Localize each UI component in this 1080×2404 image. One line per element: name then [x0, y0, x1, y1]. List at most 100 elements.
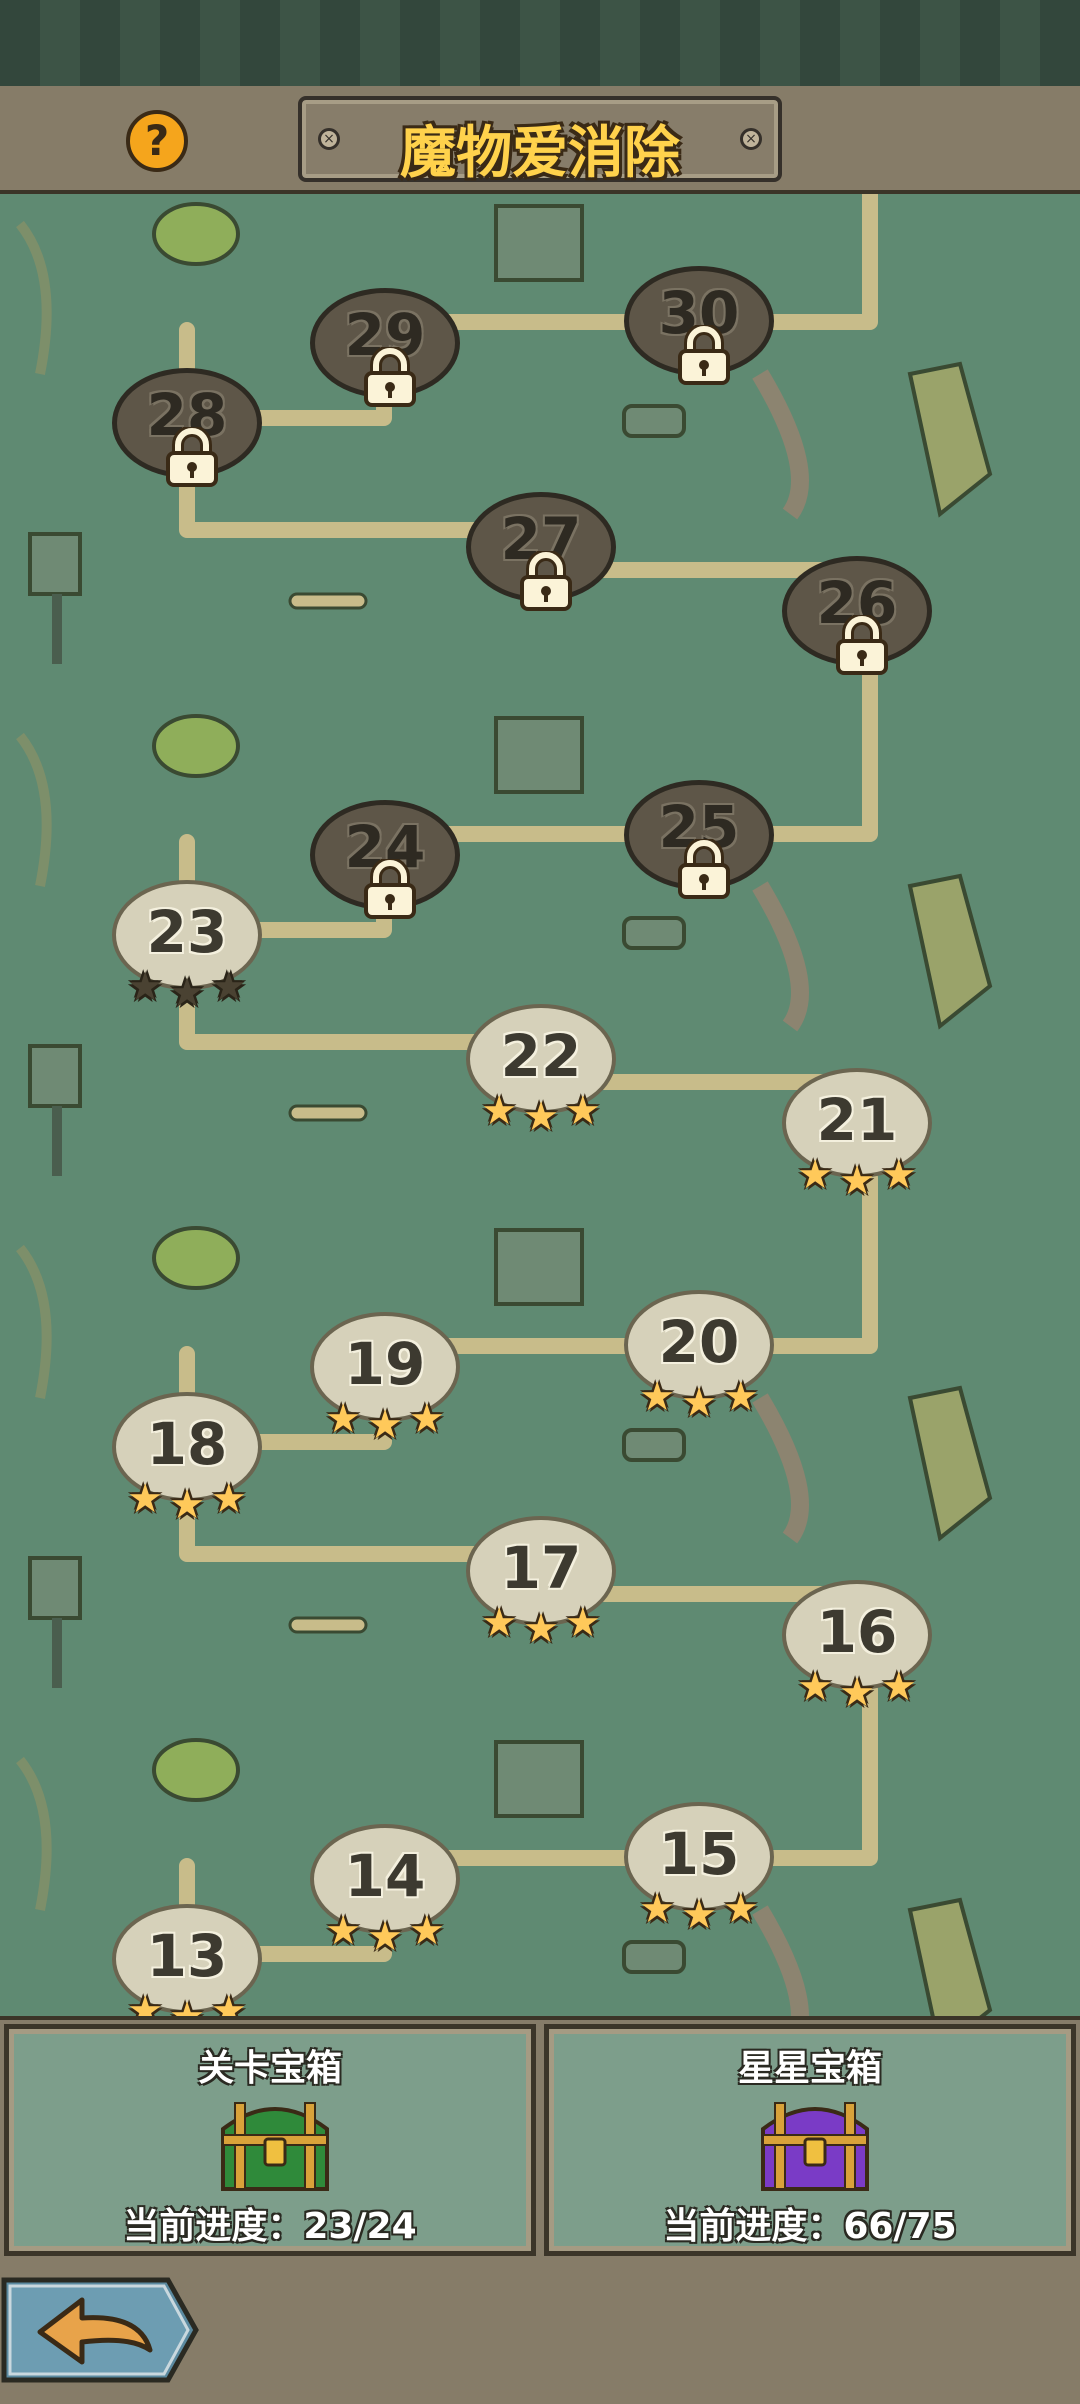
star-icon: ★ — [481, 1088, 518, 1134]
page-title: 魔物爱消除 — [400, 121, 680, 186]
star-rating: ★★★ — [114, 1476, 260, 1528]
bone-decoration — [288, 592, 368, 610]
tentacle-decoration — [752, 881, 809, 1032]
star-icon: ★ — [210, 1988, 247, 2016]
level-chest-panel[interactable]: 关卡宝箱 当前进度：23/24 — [4, 2024, 536, 2256]
lock-icon — [364, 347, 416, 407]
star-rating: ★★★ — [784, 1664, 930, 1716]
level-node-13[interactable]: 13★★★ — [112, 1904, 262, 2016]
stool-decoration — [622, 916, 686, 950]
star-rating: ★★★ — [312, 1908, 458, 1960]
level-number: 17 — [500, 1534, 582, 1602]
top-decor-strip — [0, 0, 1080, 90]
lock-icon — [166, 427, 218, 487]
star-chest-panel[interactable]: 星星宝箱 当前进度：66/75 — [544, 2024, 1076, 2256]
tree-trunk-decoration — [52, 1106, 62, 1176]
treasure-chest-icon — [221, 2102, 329, 2191]
bush-decoration — [152, 714, 240, 778]
level-node-18[interactable]: 18 ★ ★ ★ — [112, 1392, 262, 1528]
bone-decoration — [288, 1616, 368, 1634]
treasure-chest-icon — [761, 2102, 869, 2191]
star-chest-progress: 当前进度：66/75 — [663, 2206, 957, 2247]
house-decoration — [494, 204, 584, 282]
lock-icon — [836, 615, 888, 675]
level-map[interactable]: 28 29 30 27 26 24 25 23 ★ ★ ★ 22 ★ ★ ★ 21 ★ ★ ★ 1… — [0, 194, 1080, 2016]
star-icon: ★ — [681, 1892, 717, 1938]
star-icon: ★ — [880, 1664, 917, 1710]
tentacle-decoration — [752, 369, 809, 520]
star-icon: ★ — [722, 1886, 759, 1932]
level-node-16[interactable]: 16 ★ ★ ★ — [782, 1580, 932, 1716]
level-chest-title: 关卡宝箱 — [197, 2048, 342, 2089]
star-rating: ★★★ — [784, 1152, 930, 1204]
star-icon: ★ — [367, 1914, 403, 1960]
star-rating: ★★★ — [312, 1396, 458, 1448]
level-node-23[interactable]: 23 ★ ★ ★ — [112, 880, 262, 1016]
star-icon: ★ — [839, 1158, 875, 1204]
level-number: 21 — [816, 1086, 898, 1154]
level-number: 18 — [146, 1410, 228, 1478]
level-node-25[interactable]: 25 — [624, 780, 774, 899]
level-node-20[interactable]: 20 ★ ★ ★ — [624, 1290, 774, 1426]
branch-decoration — [16, 220, 52, 375]
lock-icon — [520, 551, 572, 611]
star-icon: ★ — [564, 1088, 601, 1134]
branch-decoration — [16, 1244, 52, 1399]
star-rating: ★★★ — [626, 1886, 772, 1938]
level-node-22[interactable]: 22 ★ ★ ★ — [466, 1004, 616, 1140]
crystal-decoration — [907, 361, 993, 518]
star-icon: ★ — [797, 1152, 834, 1198]
level-number: 22 — [500, 1022, 582, 1090]
stool-decoration — [622, 404, 686, 438]
bush-decoration — [152, 1226, 240, 1290]
level-node-26[interactable]: 26 — [782, 556, 932, 675]
level-node-27[interactable]: 27 — [466, 492, 616, 611]
star-rating: ★★★ — [468, 1088, 614, 1140]
level-node-29[interactable]: 29 — [310, 288, 460, 407]
star-icon: ★ — [367, 1402, 403, 1448]
crystal-decoration — [907, 873, 993, 1030]
star-icon: ★ — [639, 1886, 676, 1932]
back-button[interactable] — [0, 2276, 200, 2384]
help-button[interactable]: ? — [126, 110, 188, 172]
level-number: 23 — [146, 898, 228, 966]
star-chest-title: 星星宝箱 — [737, 2048, 882, 2089]
stool-decoration — [622, 1428, 686, 1462]
level-node-30[interactable]: 30 — [624, 266, 774, 385]
star-icon: ★ — [523, 1606, 559, 1652]
star-rating: ★★★ — [626, 1374, 772, 1426]
star-rating: ★★★ — [114, 964, 260, 1016]
crystal-decoration — [907, 1385, 993, 1542]
level-number: 19 — [344, 1330, 426, 1398]
level-node-17[interactable]: 17 ★ ★ ★ — [466, 1516, 616, 1652]
house-decoration — [494, 1740, 584, 1818]
star-rating: ★★★ — [114, 1988, 260, 2016]
star-icon: ★ — [325, 1908, 362, 1954]
star-icon: ★ — [210, 964, 247, 1010]
star-icon: ★ — [639, 1374, 676, 1420]
crystal-decoration — [907, 1897, 993, 2016]
house-decoration — [494, 716, 584, 794]
level-node-14[interactable]: 14 ★ ★ ★ — [310, 1824, 460, 1960]
star-icon: ★ — [797, 1664, 834, 1710]
star-icon: ★ — [839, 1670, 875, 1716]
star-rating: ★★★ — [468, 1600, 614, 1652]
level-number: 16 — [816, 1598, 898, 1666]
star-icon: ★ — [127, 964, 164, 1010]
tree-decoration — [28, 1556, 82, 1620]
star-icon: ★ — [210, 1476, 247, 1522]
level-node-24[interactable]: 24 — [310, 800, 460, 919]
star-icon: ★ — [169, 1482, 205, 1528]
star-icon: ★ — [169, 1994, 205, 2016]
level-node-21[interactable]: 21 ★ ★ ★ — [782, 1068, 932, 1204]
level-node-15[interactable]: 15 ★ ★ ★ — [624, 1802, 774, 1938]
tree-trunk-decoration — [52, 594, 62, 664]
star-icon: ★ — [127, 1476, 164, 1522]
branch-decoration — [16, 1756, 52, 1911]
star-icon: ★ — [681, 1380, 717, 1426]
bush-decoration — [152, 1738, 240, 1802]
level-number: 20 — [658, 1308, 740, 1376]
title-plaque: × 魔物爱消除 × — [298, 96, 782, 186]
level-node-19[interactable]: 19 ★ ★ ★ — [310, 1312, 460, 1448]
level-node-28[interactable]: 28 — [112, 368, 262, 487]
